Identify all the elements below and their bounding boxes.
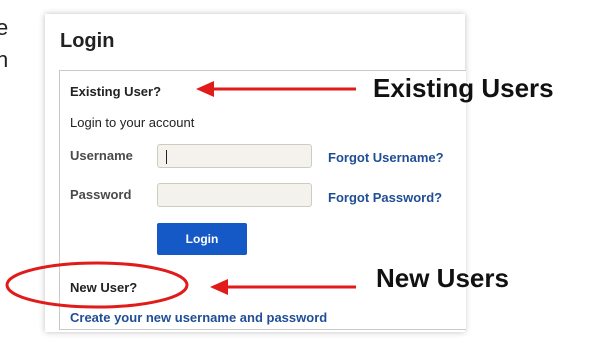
- existing-users-callout: Existing Users: [373, 73, 554, 103]
- existing-users-arrowhead: [196, 81, 214, 97]
- annotation-overlay: [5, 81, 356, 309]
- new-users-arrowhead: [210, 279, 228, 295]
- new-user-highlight-ellipse: [5, 261, 189, 309]
- new-users-callout: New Users: [376, 263, 509, 293]
